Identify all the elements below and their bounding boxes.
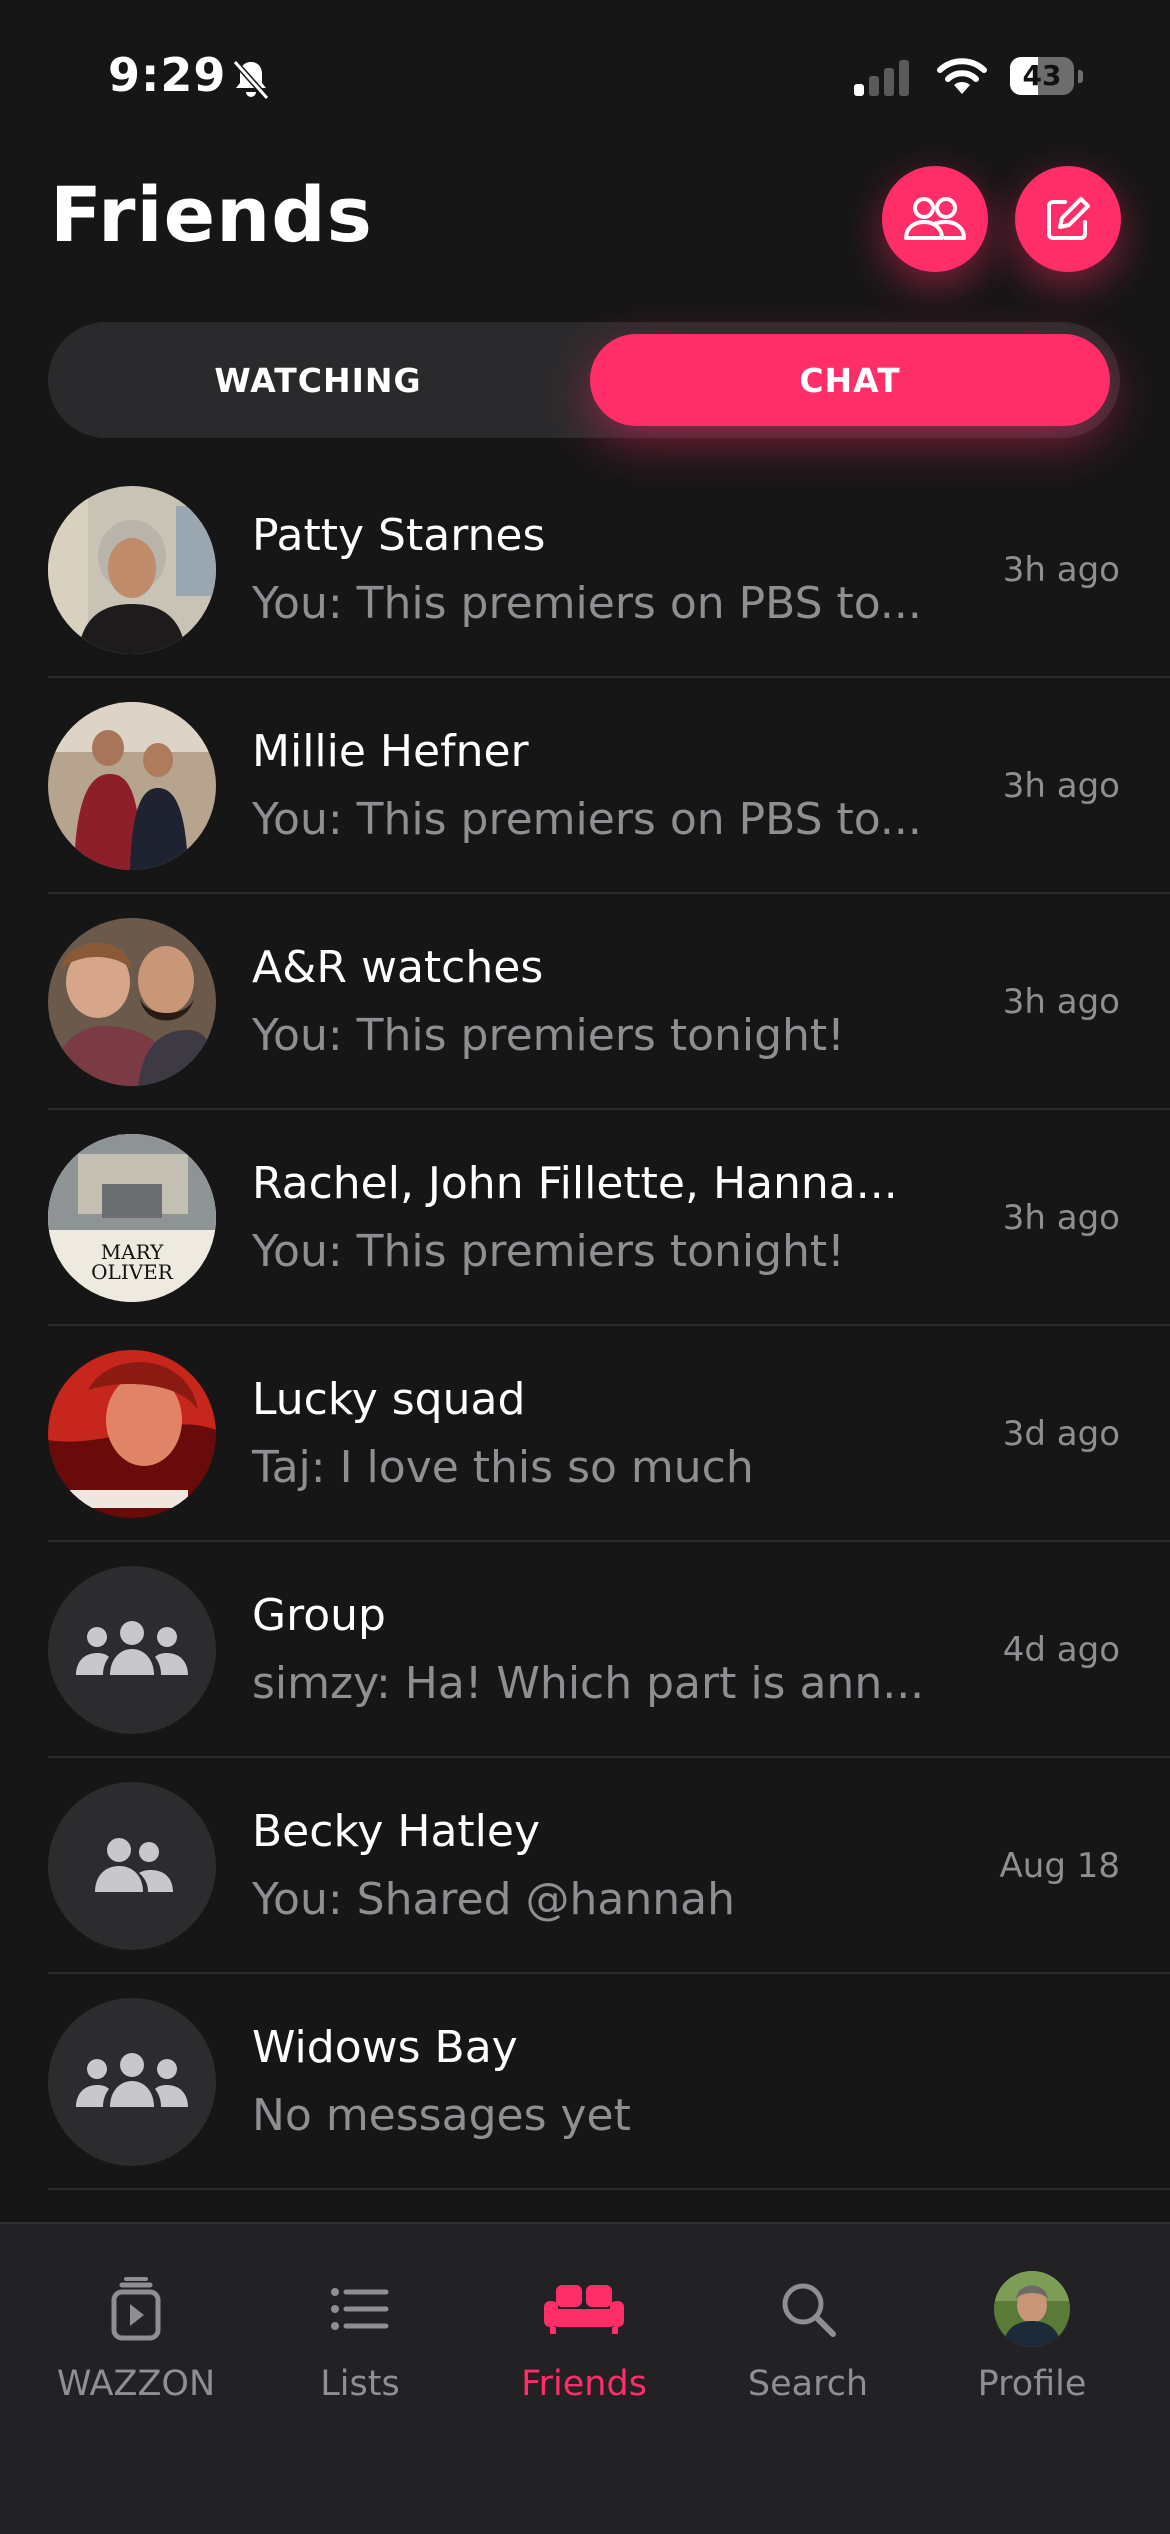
chat-row-ar-watches[interactable]: A&R watches You: This premiers tonight! … <box>0 894 1170 1110</box>
nav-label: Friends <box>521 2364 647 2404</box>
chat-preview: No messages yet <box>252 2090 631 2141</box>
avatar <box>48 1350 216 1518</box>
chat-name: Millie Hefner <box>252 726 529 777</box>
segmented-control: WATCHING CHAT <box>48 322 1120 438</box>
chat-time: 3h ago <box>1002 1198 1120 1238</box>
search-icon <box>782 2283 836 2337</box>
chat-row-lucky-squad[interactable]: Lucky squad Taj: I love this so much 3d … <box>0 1326 1170 1542</box>
battery-percent: 43 <box>1022 59 1062 92</box>
chat-row-rachel-group[interactable]: MARY OLIVER Rachel, John Fillette, Hanna… <box>0 1110 1170 1326</box>
nav-wazzon[interactable]: WAZZON <box>26 2264 246 2404</box>
nav-lists[interactable]: Lists <box>250 2264 470 2404</box>
chat-preview: You: This premiers on PBS to... <box>252 578 922 629</box>
group-icon <box>76 2053 188 2107</box>
chat-preview: You: This premiers on PBS to... <box>252 794 922 845</box>
nav-label: Profile <box>977 2364 1087 2404</box>
chat-row-becky-hatley[interactable]: Becky Hatley You: Shared @hannah Aug 18 <box>0 1758 1170 1974</box>
avatar <box>48 1782 216 1950</box>
status-time: 9:29 <box>108 48 227 102</box>
page-title: Friends <box>50 170 373 259</box>
chat-time: 3h ago <box>1002 766 1120 806</box>
poster-title: MARY OLIVER <box>91 1240 173 1284</box>
cellular-signal-icon <box>854 60 909 96</box>
chat-row-widows-bay[interactable]: Widows Bay No messages yet <box>0 1974 1170 2190</box>
chat-row-patty-starnes[interactable]: Patty Starnes You: This premiers on PBS … <box>0 462 1170 678</box>
wifi-icon <box>937 58 987 94</box>
compose-icon <box>1047 197 1090 240</box>
lists-icon <box>331 2288 389 2330</box>
nav-label: Lists <box>320 2364 400 2404</box>
avatar <box>48 1566 216 1734</box>
chat-name: Lucky squad <box>252 1374 526 1425</box>
chat-time: 3h ago <box>1002 550 1120 590</box>
chat-name: A&R watches <box>252 942 544 993</box>
chat-name: Patty Starnes <box>252 510 546 561</box>
avatar <box>48 702 216 870</box>
chat-time: 4d ago <box>1002 1630 1120 1670</box>
sofa-icon <box>544 2285 624 2334</box>
nav-label: Search <box>747 2364 869 2404</box>
chat-preview: simzy: Ha! Which part is ann... <box>252 1658 925 1709</box>
chat-time: Aug 18 <box>999 1846 1120 1886</box>
friends-group-button[interactable] <box>882 166 988 272</box>
status-bar: 9:29 43 <box>0 0 1170 150</box>
compose-button[interactable] <box>1015 166 1121 272</box>
chat-name: Group <box>252 1590 386 1641</box>
avatar <box>48 486 216 654</box>
two-people-icon <box>95 1838 173 1892</box>
nav-friends[interactable]: Friends <box>474 2264 694 2404</box>
nav-label: WAZZON <box>56 2364 216 2404</box>
group-icon <box>76 1621 188 1675</box>
chat-row-group[interactable]: Group simzy: Ha! Which part is ann... 4d… <box>0 1542 1170 1758</box>
avatar: MARY OLIVER <box>48 1134 216 1302</box>
wazzon-icon <box>111 2277 161 2341</box>
chat-preview: You: This premiers tonight! <box>252 1010 845 1061</box>
chat-preview: You: Shared @hannah <box>252 1874 736 1925</box>
battery-indicator: 43 <box>1010 57 1083 97</box>
nav-search[interactable]: Search <box>698 2264 918 2404</box>
chat-preview: Taj: I love this so much <box>252 1442 754 1493</box>
nav-profile[interactable]: Profile <box>922 2264 1142 2404</box>
chat-row-millie-hefner[interactable]: Millie Hefner You: This premiers on PBS … <box>0 678 1170 894</box>
people-icon <box>904 197 966 240</box>
chat-name: Rachel, John Fillette, Hanna... <box>252 1158 898 1209</box>
tab-watching[interactable]: WATCHING <box>48 334 588 426</box>
chat-time: 3d ago <box>1002 1414 1120 1454</box>
avatar <box>48 918 216 1086</box>
chat-name: Becky Hatley <box>252 1806 541 1857</box>
chat-time: 3h ago <box>1002 982 1120 1022</box>
bell-muted-icon <box>232 60 270 100</box>
profile-avatar <box>994 2271 1070 2347</box>
bottom-tab-bar: WAZZON Lists Friends Search Profile <box>0 2222 1170 2534</box>
chat-name: Widows Bay <box>252 2022 518 2073</box>
tab-chat[interactable]: CHAT <box>590 334 1110 426</box>
chat-preview: You: This premiers tonight! <box>252 1226 845 1277</box>
chat-list: Patty Starnes You: This premiers on PBS … <box>0 462 1170 2190</box>
avatar <box>48 1998 216 2166</box>
